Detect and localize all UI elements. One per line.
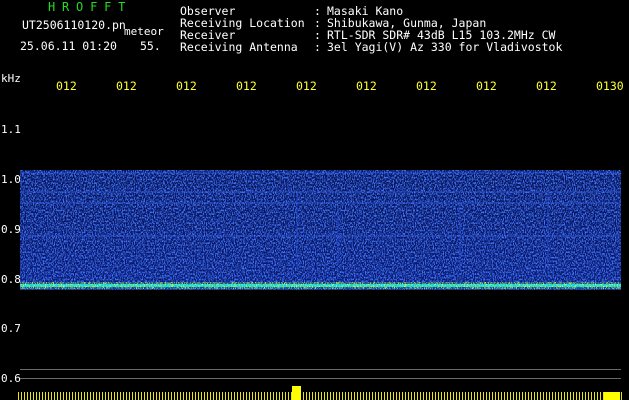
time-tick-label: 012 xyxy=(476,79,497,93)
antenna-value: 3el Yagi(V) Az 330 for Vladivostok xyxy=(327,40,563,54)
y-tick-label: 0.6 xyxy=(1,372,21,385)
y-tick-label: 0.8 xyxy=(1,273,21,286)
file-tag: meteor xyxy=(124,25,164,38)
time-tick-label: 012 xyxy=(56,79,77,93)
time-tick-label: 012 xyxy=(416,79,437,93)
app-brand: HROFFT xyxy=(48,0,133,14)
time-tick-label: 012 xyxy=(536,79,557,93)
separator-line xyxy=(20,369,621,370)
spectrogram-screen: HROFFT UT2506110120.pn meteor 25.06.11 0… xyxy=(0,0,629,400)
y-tick-label: 0.7 xyxy=(1,322,21,335)
time-tick-label: 012 xyxy=(356,79,377,93)
file-name: UT2506110120.pn xyxy=(22,18,126,32)
time-tick-label: 012 xyxy=(296,79,317,93)
signal-trace-band xyxy=(20,282,621,289)
antenna-label: Receiving Antenna xyxy=(180,40,298,54)
time-tick-label: 0130 xyxy=(596,79,624,93)
y-tick-label: 1.1 xyxy=(1,123,21,136)
detection-strip xyxy=(18,386,622,400)
time-tick-label: 012 xyxy=(116,79,137,93)
y-tick-label: 0.9 xyxy=(1,223,21,236)
antenna-colon: : xyxy=(314,40,321,54)
axis-unit-label: kHz xyxy=(1,72,21,85)
capture-datetime: 25.06.11 01:20 xyxy=(20,39,117,53)
spectrogram-noise-band xyxy=(20,170,621,290)
separator-line xyxy=(20,378,621,379)
capture-number: 55. xyxy=(140,39,161,53)
y-tick-label: 1.0 xyxy=(1,173,21,186)
time-tick-label: 012 xyxy=(236,79,257,93)
time-tick-label: 012 xyxy=(176,79,197,93)
